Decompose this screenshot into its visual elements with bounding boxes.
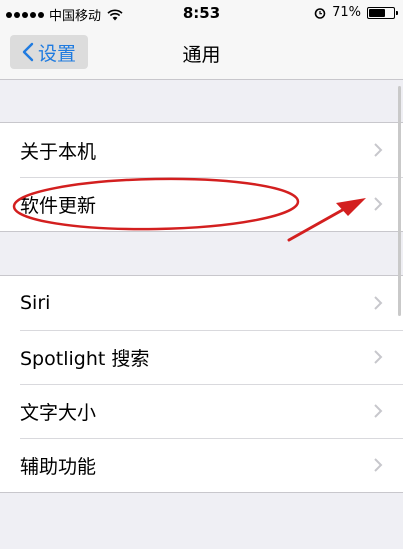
chevron-right-icon: [374, 404, 383, 418]
page-title: 通用: [182, 44, 221, 66]
settings-row-accessibility[interactable]: 辅助功能: [0, 438, 403, 492]
navigation-bar: 设置 通用: [0, 26, 403, 80]
scrollbar[interactable]: [398, 86, 401, 316]
battery-fill: [369, 8, 386, 17]
settings-group-about: 关于本机 软件更新: [0, 122, 403, 232]
chevron-right-icon: [374, 296, 383, 310]
battery-icon: [367, 6, 398, 19]
settings-row-label: Spotlight 搜索: [20, 347, 150, 370]
settings-row-siri[interactable]: Siri: [0, 276, 403, 330]
chevron-right-icon: [374, 350, 383, 364]
status-right: 71%: [314, 5, 398, 20]
alarm-icon: [314, 7, 326, 19]
settings-row-label: 辅助功能: [20, 455, 97, 478]
settings-row-label: 软件更新: [20, 194, 97, 217]
settings-row-label: Siri: [20, 292, 51, 314]
battery-percent: 71%: [332, 5, 361, 20]
settings-row-about[interactable]: 关于本机: [0, 123, 403, 177]
settings-row-label: 文字大小: [20, 401, 97, 424]
chevron-right-icon: [374, 458, 383, 472]
status-bar: 中国移动 8:53 71%: [0, 0, 403, 26]
settings-row-spotlight[interactable]: Spotlight 搜索: [0, 330, 403, 384]
settings-group-general: Siri Spotlight 搜索 文字大小 辅助功能: [0, 275, 403, 493]
settings-row-software-update[interactable]: 软件更新: [0, 177, 403, 231]
settings-row-label: 关于本机: [20, 140, 97, 163]
chevron-right-icon: [374, 197, 383, 211]
settings-row-text-size[interactable]: 文字大小: [0, 384, 403, 438]
chevron-right-icon: [374, 143, 383, 157]
